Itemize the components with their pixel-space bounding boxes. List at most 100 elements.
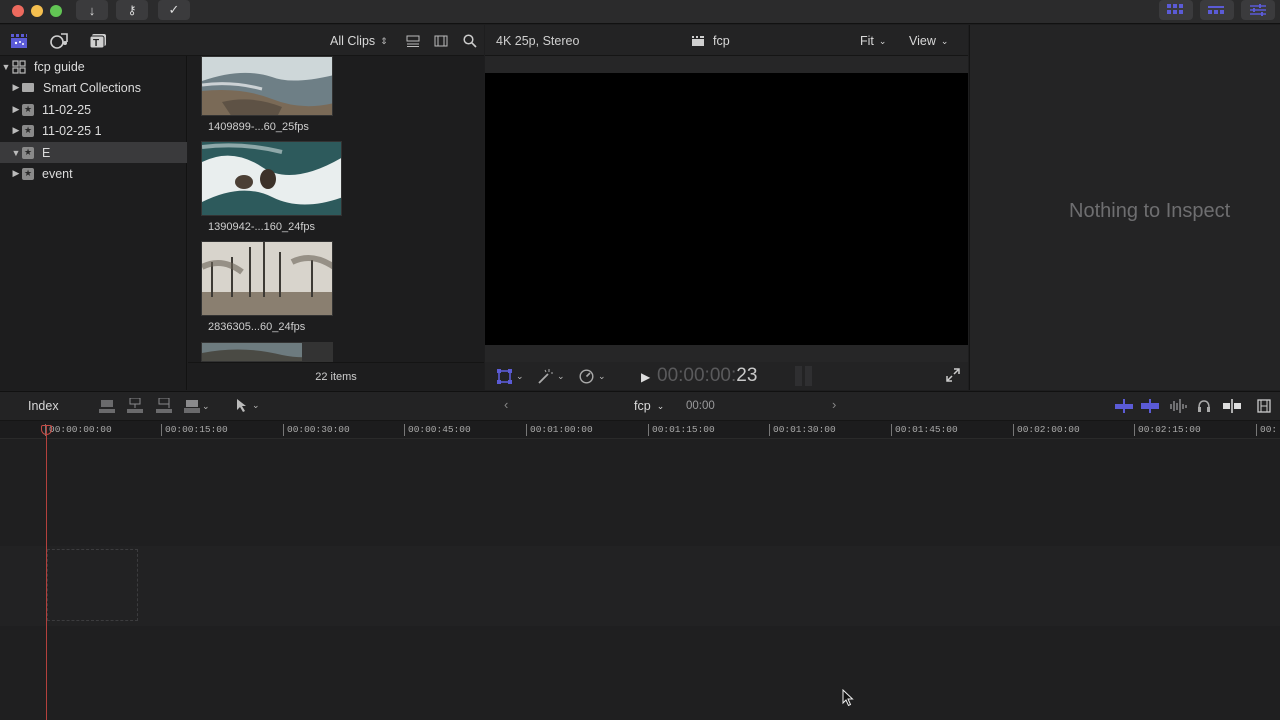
item-count: 22 items xyxy=(315,370,357,383)
show-browser-toggle[interactable] xyxy=(1159,0,1193,20)
clapper-icon xyxy=(11,34,27,48)
ruler-tick: 00:01:45:00 xyxy=(891,424,958,436)
show-timeline-toggle[interactable] xyxy=(1200,0,1234,20)
clip-thumbnail[interactable] xyxy=(201,56,333,116)
chevron-down-icon: ⌄ xyxy=(202,400,210,411)
zoom-fit-menu[interactable]: Fit ⌄ xyxy=(860,34,886,48)
show-inspector-toggle[interactable] xyxy=(1241,0,1275,20)
clip-skimming-toggle[interactable] xyxy=(1141,399,1159,416)
expand-arrows-icon xyxy=(946,368,960,382)
viewer-header: 4K 25p, Stereo fcp Fit ⌄ View ⌄ xyxy=(485,25,968,56)
snapping-icon xyxy=(1223,399,1241,413)
browser-grid-icon xyxy=(1167,4,1183,14)
minimize-window-button[interactable] xyxy=(31,5,43,17)
close-window-button[interactable] xyxy=(12,5,24,17)
sidebar-item-event-11-02-25-1[interactable]: ▶ ★ 11-02-25 1 xyxy=(0,120,187,141)
keywords-button[interactable]: ⚷ xyxy=(116,0,148,20)
disclosure-triangle-closed-icon[interactable]: ▶ xyxy=(10,168,22,179)
filmstrip-view-button[interactable] xyxy=(432,32,450,50)
sidebar-item-label: Smart Collections xyxy=(43,80,141,95)
clip-frame-fountain-plaza xyxy=(202,242,332,315)
disclosure-triangle-closed-icon[interactable]: ▶ xyxy=(10,104,22,115)
event-star-icon: ★ xyxy=(22,103,34,116)
filmstrip-icon xyxy=(1257,399,1271,413)
browser-toolbar: T All Clips ⇕ xyxy=(0,25,484,56)
view-options-label: View xyxy=(909,34,936,48)
inspector-empty-message: Nothing to Inspect xyxy=(1069,200,1231,222)
overwrite-clip-menu[interactable]: ⌄ xyxy=(184,398,210,414)
zoom-window-button[interactable] xyxy=(50,5,62,17)
timeline-project-menu[interactable]: fcp ⌄ xyxy=(634,399,664,413)
viewer-canvas[interactable] xyxy=(485,73,968,345)
disclosure-triangle-open-icon[interactable]: ▼ xyxy=(0,62,12,72)
sidebar-item-event-e[interactable]: ▼ ★ E xyxy=(0,142,187,163)
clip-appearance-timeline-button[interactable] xyxy=(1257,399,1271,416)
append-clip-button[interactable] xyxy=(156,397,172,417)
retime-menu[interactable]: ⌄ xyxy=(579,369,606,384)
chevron-down-icon: ⌄ xyxy=(878,35,887,46)
play-button[interactable]: ▶ xyxy=(641,370,650,384)
timecode-display[interactable]: 00:00:00:23 xyxy=(657,365,757,387)
skimming-toggle[interactable] xyxy=(1115,399,1133,416)
zoom-fit-label: Fit xyxy=(860,34,874,48)
clip-appearance-button[interactable] xyxy=(404,32,422,50)
solo-toggle[interactable] xyxy=(1197,399,1211,416)
enhancements-menu[interactable]: ⌄ xyxy=(537,369,565,384)
disclosure-triangle-closed-icon[interactable]: ▶ xyxy=(10,82,22,93)
sidebar-item-event[interactable]: ▶ ★ event xyxy=(0,163,187,184)
svg-text:T: T xyxy=(93,38,99,49)
chevron-down-icon: ⌄ xyxy=(940,35,949,46)
insert-clip-button[interactable] xyxy=(127,397,143,417)
event-star-icon: ★ xyxy=(22,167,34,180)
libraries-tab[interactable] xyxy=(10,32,28,50)
clip-frame-aerial-waves xyxy=(202,142,341,215)
folder-icon xyxy=(22,83,34,92)
disclosure-triangle-open-icon[interactable]: ▼ xyxy=(10,148,22,158)
clip-frame-aerial-coast xyxy=(202,57,332,115)
titles-icon: T xyxy=(89,34,106,49)
fullscreen-button[interactable] xyxy=(946,368,960,385)
timeline-project-name: fcp xyxy=(634,399,651,413)
browser-footer: 22 items xyxy=(188,362,484,390)
chevron-down-icon: ⌄ xyxy=(656,400,665,411)
connect-clip-button[interactable] xyxy=(99,398,115,417)
background-tasks-button[interactable]: ✓ xyxy=(158,0,190,20)
magic-wand-icon xyxy=(538,369,553,384)
search-button[interactable] xyxy=(461,32,479,50)
titles-generators-tab[interactable]: T xyxy=(89,32,107,50)
audio-skimming-toggle[interactable] xyxy=(1169,399,1187,416)
transform-menu[interactable]: ⌄ xyxy=(497,369,524,384)
ruler-tick: 00:00:45:00 xyxy=(404,424,471,436)
playhead[interactable] xyxy=(46,426,47,720)
timecode-frame: 23 xyxy=(736,365,758,386)
view-options-menu[interactable]: View ⌄ xyxy=(909,34,948,48)
clip-filter-menu[interactable]: All Clips ⇕ xyxy=(330,34,388,48)
ruler-tick: 00:00:00:00 xyxy=(45,424,112,436)
clip-thumbnail[interactable] xyxy=(201,141,342,216)
sidebar-item-label: 11-02-25 1 xyxy=(42,123,102,138)
library-row-fcp-guide[interactable]: ▼ fcp guide xyxy=(0,56,187,77)
clip-filter-label: All Clips xyxy=(330,34,376,48)
import-button[interactable]: ↓ xyxy=(76,0,108,20)
snapping-toggle[interactable] xyxy=(1223,399,1241,416)
clip-thumbnail-partial[interactable] xyxy=(201,342,333,362)
sidebar-item-event-11-02-25[interactable]: ▶ ★ 11-02-25 xyxy=(0,99,187,120)
search-icon xyxy=(463,34,477,48)
timeline-history-back[interactable]: ‹ xyxy=(504,397,508,412)
timeline-ruler[interactable]: 00:00:00:00 00:00:15:00 00:00:30:00 00:0… xyxy=(0,421,1280,439)
primary-storyline-track[interactable] xyxy=(0,546,1280,626)
empty-storyline-placeholder[interactable] xyxy=(47,549,138,621)
tool-menu[interactable]: ⌄ xyxy=(236,398,260,413)
project-format: 4K 25p, Stereo xyxy=(496,34,580,48)
clip-thumbnail[interactable] xyxy=(201,241,333,316)
insert-clip-icon xyxy=(127,397,143,413)
photos-audio-tab[interactable] xyxy=(50,32,68,50)
timeline-history-forward[interactable]: › xyxy=(832,397,836,412)
sidebar-item-smart-collections[interactable]: ▶ Smart Collections xyxy=(0,77,187,98)
checkmark-circle-icon: ✓ xyxy=(168,2,180,17)
chevron-down-icon: ⌄ xyxy=(252,400,260,410)
viewer-controls: ⌄ ⌄ ⌄ ▶ 00:00:00:23 xyxy=(485,362,968,390)
timecode-dim: 00:00:00: xyxy=(657,365,737,386)
timeline-index-button[interactable]: Index xyxy=(28,399,59,413)
disclosure-triangle-closed-icon[interactable]: ▶ xyxy=(10,125,22,136)
